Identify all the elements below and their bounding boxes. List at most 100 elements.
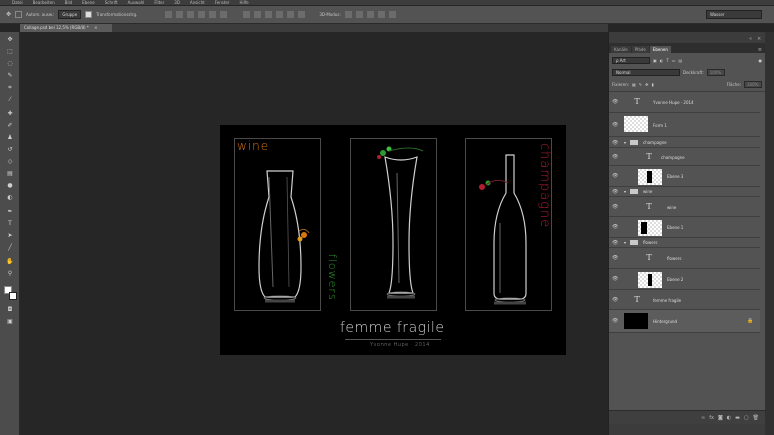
align-vcenter-icon[interactable] xyxy=(176,11,184,18)
blur-tool-icon[interactable]: ● xyxy=(6,182,14,189)
gradient-tool-icon[interactable]: ▤ xyxy=(6,170,14,177)
link-layers-icon[interactable]: ∞ xyxy=(701,415,705,421)
transform-controls-checkbox[interactable] xyxy=(85,11,93,18)
lasso-tool-icon[interactable]: ◌ xyxy=(6,60,14,67)
eye-icon[interactable]: 👁 xyxy=(612,99,618,105)
adjustment-layer-icon[interactable]: ◐ xyxy=(727,415,731,421)
pen-tool-icon[interactable]: ✒ xyxy=(6,208,14,215)
eraser-tool-icon[interactable]: ◇ xyxy=(6,158,14,165)
filter-type-icon[interactable]: T xyxy=(666,58,668,63)
clone-stamp-tool-icon[interactable]: ♟ xyxy=(6,134,14,141)
eye-icon[interactable]: 👁 xyxy=(612,297,618,303)
3d-roll-icon[interactable] xyxy=(355,11,363,18)
add-mask-icon[interactable]: ◙ xyxy=(718,415,723,421)
eye-icon[interactable]: 👁 xyxy=(612,204,618,210)
tab-paths[interactable]: Pfade xyxy=(631,46,649,53)
auto-select-dropdown[interactable]: Gruppe xyxy=(58,10,82,19)
workspace-dropdown[interactable]: Wasser xyxy=(706,10,762,19)
layer-group-row[interactable]: 👁 ▾ wine xyxy=(609,187,760,197)
menu-help[interactable]: Hilfe xyxy=(240,0,249,5)
zoom-tool-icon[interactable]: ⚲ xyxy=(6,270,14,277)
layer-row[interactable]: 👁 Ebene 3 xyxy=(609,166,760,187)
dodge-tool-icon[interactable]: ◐ xyxy=(6,194,14,201)
layer-style-icon[interactable]: fx xyxy=(709,415,714,421)
align-bottom-icon[interactable] xyxy=(187,11,195,18)
group-expand-icon[interactable]: ▾ xyxy=(624,189,626,194)
history-brush-tool-icon[interactable]: ↺ xyxy=(6,146,14,153)
marquee-tool-icon[interactable]: ⬚ xyxy=(6,48,14,55)
filter-smart-icon[interactable]: ▤ xyxy=(679,58,683,63)
filter-toggle-icon[interactable]: ● xyxy=(759,58,763,63)
auto-select-checkbox[interactable] xyxy=(15,11,23,18)
3d-slide-icon[interactable] xyxy=(377,11,385,18)
lock-all-icon[interactable]: ▮ xyxy=(651,82,653,87)
layer-kind-filter[interactable]: ρ Art xyxy=(612,57,650,64)
eye-icon[interactable]: 👁 xyxy=(612,255,618,261)
new-layer-icon[interactable]: ▢ xyxy=(744,415,749,421)
eye-icon[interactable]: 👁 xyxy=(612,240,618,246)
new-group-icon[interactable]: ▬ xyxy=(735,415,740,421)
move-tool-preset-icon[interactable]: ✥ xyxy=(6,11,11,18)
3d-pan-icon[interactable] xyxy=(366,11,374,18)
document-tab[interactable]: Collage.psd bei 12,5% (RGB/8) * × xyxy=(20,24,112,32)
lock-pixels-icon[interactable]: ✎ xyxy=(639,82,642,87)
hand-tool-icon[interactable]: ✋ xyxy=(6,258,14,265)
menu-type[interactable]: Schrift xyxy=(105,0,118,5)
shape-tool-icon[interactable]: ╱ xyxy=(6,244,14,251)
delete-layer-icon[interactable]: 🗑 xyxy=(753,415,759,421)
group-expand-icon[interactable]: ▾ xyxy=(624,140,626,145)
menu-window[interactable]: Fenster xyxy=(215,0,230,5)
layer-row[interactable]: 👁 T flowers xyxy=(609,248,760,269)
align-hcenter-icon[interactable] xyxy=(209,11,217,18)
align-right-icon[interactable] xyxy=(220,11,228,18)
layer-row[interactable]: 👁 Form 1 xyxy=(609,113,760,137)
menu-3d[interactable]: 3D xyxy=(174,0,180,5)
distribute-bottom-icon[interactable] xyxy=(265,11,273,18)
quick-select-tool-icon[interactable]: ✎ xyxy=(6,72,14,79)
eye-icon[interactable]: 👁 xyxy=(612,122,618,128)
panel-close-icon[interactable]: × xyxy=(757,36,761,42)
layer-row[interactable]: 👁 Ebene 2 xyxy=(609,269,760,290)
tab-layers[interactable]: Ebenen xyxy=(649,46,671,53)
opacity-input[interactable]: 100% xyxy=(706,69,725,76)
crop-tool-icon[interactable]: ⌗ xyxy=(6,84,14,91)
layer-row[interactable]: 👁 T wine xyxy=(609,197,760,217)
close-tab-icon[interactable]: × xyxy=(94,25,97,30)
distribute-hcenter-icon[interactable] xyxy=(287,11,295,18)
layer-row[interactable]: 👁 Hintergrund 🔒 xyxy=(609,310,760,333)
screen-mode-icon[interactable]: ▣ xyxy=(6,318,14,325)
tab-channels[interactable]: Kanäle xyxy=(611,46,631,53)
fill-input[interactable]: 100% xyxy=(744,81,762,88)
menu-image[interactable]: Bild xyxy=(65,0,73,5)
quick-mask-icon[interactable]: ◘ xyxy=(6,306,14,313)
layer-group-row[interactable]: 👁 ▾ flowers xyxy=(609,238,760,248)
eye-icon[interactable]: 👁 xyxy=(612,276,618,282)
brush-tool-icon[interactable]: ✐ xyxy=(6,122,14,129)
menu-layer[interactable]: Ebene xyxy=(82,0,95,5)
path-select-tool-icon[interactable]: ➤ xyxy=(6,232,14,239)
filter-adjustment-icon[interactable]: ◐ xyxy=(660,58,664,63)
healing-brush-tool-icon[interactable]: ✚ xyxy=(6,110,14,117)
document-canvas[interactable]: wine flowers champagne femme fragile Yvo… xyxy=(220,125,566,355)
menu-select[interactable]: Auswahl xyxy=(128,0,145,5)
distribute-vcenter-icon[interactable] xyxy=(254,11,262,18)
lock-position-icon[interactable]: ✥ xyxy=(645,82,648,87)
layer-group-row[interactable]: 👁 ▾ champagne xyxy=(609,137,760,148)
align-top-icon[interactable] xyxy=(165,11,173,18)
align-left-icon[interactable] xyxy=(198,11,206,18)
background-color-swatch[interactable] xyxy=(9,292,17,300)
eye-icon[interactable]: 👁 xyxy=(612,318,618,324)
menu-edit[interactable]: Bearbeiten xyxy=(33,0,55,5)
eyedropper-tool-icon[interactable]: ⁄ xyxy=(6,96,14,103)
eye-icon[interactable]: 👁 xyxy=(612,189,618,195)
layer-row[interactable]: 👁 T champagne xyxy=(609,148,760,166)
blend-mode-dropdown[interactable]: Normal xyxy=(612,69,680,76)
move-tool-icon[interactable]: ✥ xyxy=(6,36,14,43)
distribute-left-icon[interactable] xyxy=(276,11,284,18)
3d-scale-icon[interactable] xyxy=(388,11,396,18)
eye-icon[interactable]: 👁 xyxy=(612,154,618,160)
layer-row[interactable]: 👁 T Yvonne Hupe · 2014 xyxy=(609,92,760,113)
eye-icon[interactable]: 👁 xyxy=(612,140,618,146)
menu-view[interactable]: Ansicht xyxy=(190,0,205,5)
menu-filter[interactable]: Filter xyxy=(154,0,164,5)
